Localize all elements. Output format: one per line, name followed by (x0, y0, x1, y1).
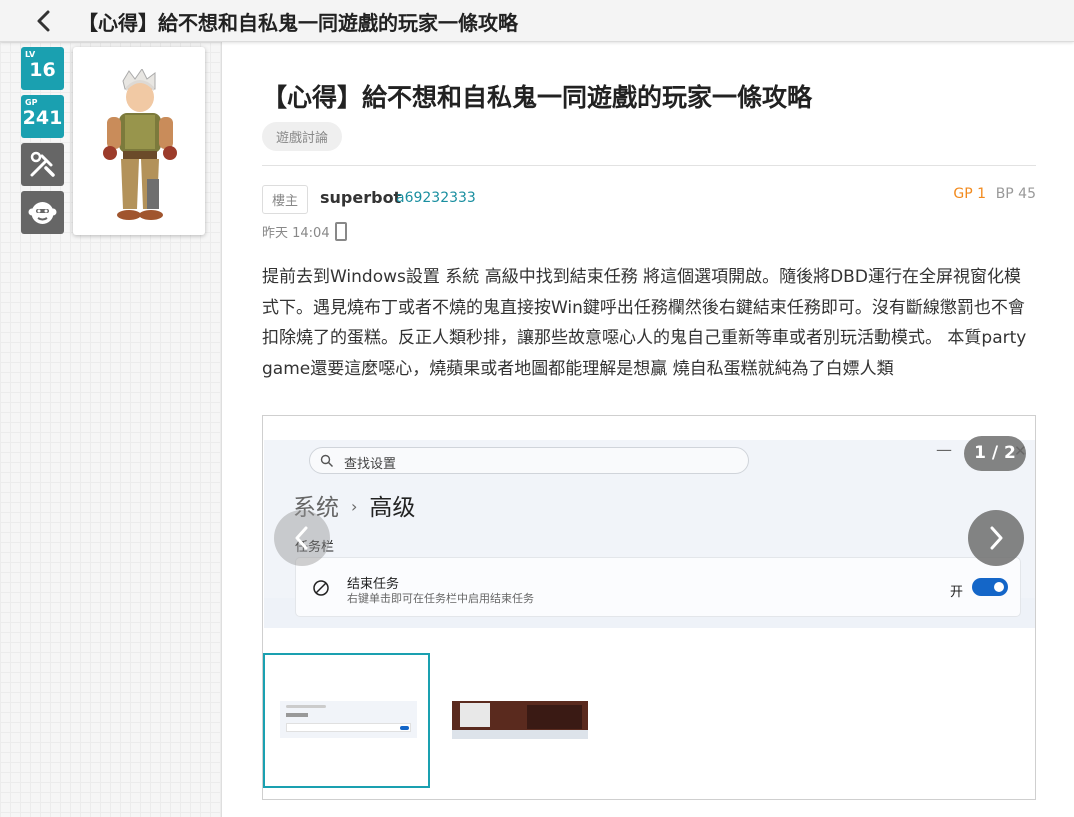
tools-icon[interactable] (21, 143, 64, 186)
thumbnail-image (452, 701, 588, 739)
gallery-main-image[interactable]: 查找设置 — ✕ 系统›高级 任务栏 结束任务 右键单击即可在任务栏中启用结束任… (264, 440, 1035, 628)
level-label: LV (25, 50, 36, 59)
post-time: 昨天 14:04 (262, 226, 330, 241)
level-badge[interactable]: LV 16 (21, 47, 64, 90)
prohibited-icon (313, 580, 329, 596)
mobile-phone-icon (335, 222, 347, 241)
search-placeholder: 查找设置 (344, 457, 397, 472)
post-body: 提前去到Windows設置 系統 高級中找到結束任務 將這個選項開啟。隨後將DB… (262, 267, 1027, 379)
next-image-button[interactable] (968, 510, 1024, 566)
monkey-icon[interactable] (21, 191, 64, 234)
category-tag[interactable]: 遊戲討論 (262, 122, 343, 151)
gp-count[interactable]: GP 1 (953, 186, 986, 202)
post-title: 【心得】給不想和自私鬼一同遊戲的玩家一條攻略 (262, 83, 813, 112)
search-icon (320, 454, 333, 467)
settings-search-box: 查找设置 (309, 447, 749, 474)
avatar[interactable] (73, 47, 205, 235)
thumbnail-1[interactable] (263, 653, 430, 788)
chevron-right-icon (990, 526, 1003, 550)
floor-badge: 樓主 (262, 185, 309, 214)
minimize-icon: — (936, 440, 952, 459)
author-id[interactable]: a69232333 (396, 190, 476, 206)
chevron-right-icon: › (351, 497, 358, 516)
back-arrow-icon[interactable] (30, 7, 58, 35)
thumbnail-image (280, 701, 417, 738)
level-value: 16 (29, 59, 56, 81)
author-name[interactable]: superbot (320, 188, 401, 207)
setting-card-end-task: 结束任务 右键单击即可在任务栏中启用结束任务 开 (295, 557, 1021, 617)
image-counter: 1 / 2 (964, 436, 1026, 471)
toggle-switch (972, 578, 1008, 596)
bp-count[interactable]: BP 45 (996, 186, 1036, 202)
chevron-left-icon (295, 526, 308, 550)
divider (262, 165, 1036, 166)
setting-state: 开 (950, 585, 964, 600)
thumbnail-2[interactable] (452, 653, 619, 788)
page-title: 【心得】給不想和自私鬼一同遊戲的玩家一條攻略 (78, 11, 518, 35)
character-avatar-image (103, 69, 177, 220)
gp-label: GP (25, 98, 38, 107)
gp-badge[interactable]: GP 241 (21, 95, 64, 138)
setting-description: 右键单击即可在任务栏中启用结束任务 (347, 592, 534, 605)
image-gallery: 查找设置 — ✕ 系统›高级 任务栏 结束任务 右键单击即可在任务栏中启用结束任… (262, 415, 1036, 800)
crumb-current: 高级 (369, 495, 416, 521)
prev-image-button[interactable] (274, 510, 330, 566)
gp-value: 241 (22, 107, 63, 129)
top-bar: 【心得】給不想和自私鬼一同遊戲的玩家一條攻略 (0, 0, 1074, 42)
